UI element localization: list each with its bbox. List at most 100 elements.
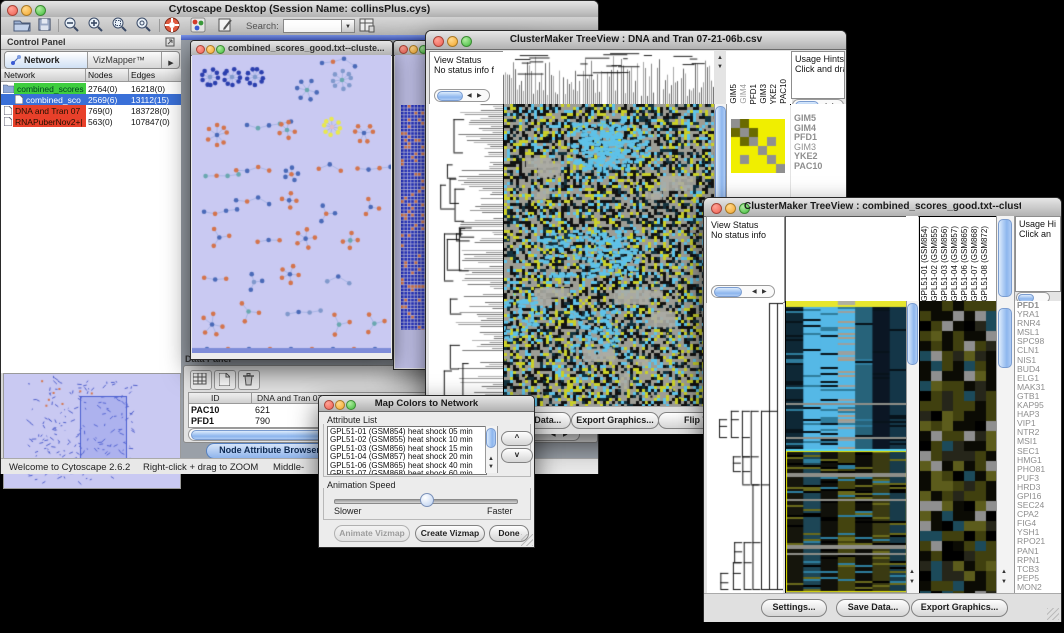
attribute-browser-button[interactable]	[359, 17, 379, 35]
export-graphics-button[interactable]: Export Graphics...	[911, 599, 1008, 617]
minimize-button[interactable]	[409, 45, 418, 54]
scroll-down-icon[interactable]: ▼	[717, 64, 723, 70]
data-row-value[interactable]: 790	[255, 416, 270, 426]
col-nodes[interactable]: Nodes	[88, 70, 113, 80]
attribute-list-scrollbar[interactable]: ▲ ▼	[485, 426, 498, 473]
column-label[interactable]: GPL51-04 (GSM857)	[950, 226, 960, 302]
tab-vizmapper[interactable]: VizMapper™	[87, 52, 161, 68]
col-network[interactable]: Network	[4, 70, 35, 80]
minimize-button[interactable]	[725, 203, 736, 214]
column-label[interactable]: GPL51-03 (GSM856)	[940, 226, 950, 302]
tab-network[interactable]: Network	[5, 52, 88, 68]
main-titlebar[interactable]: Cytoscape Desktop (Session Name: collins…	[1, 1, 598, 18]
scroll-down-icon[interactable]: ▼	[488, 464, 494, 470]
tv2-status-scrollbar[interactable]: ◀ ▶	[711, 285, 775, 298]
settings-button[interactable]: Settings...	[761, 599, 827, 617]
zoom-selected-button[interactable]	[111, 17, 131, 35]
save-data-button[interactable]: Save Data...	[836, 599, 910, 617]
data-row-id[interactable]: PAC10	[191, 405, 219, 415]
column-label[interactable]: PAC10	[779, 79, 789, 104]
network-row-combined-scores[interactable]: combined_scores 2764(0) 16218(0)	[1, 83, 181, 94]
data-row-id[interactable]: PFD1	[191, 416, 214, 426]
network-titlebar[interactable]: combined_scores_good.txt--cluste...	[191, 41, 392, 56]
zoom-fit-button[interactable]	[135, 17, 155, 35]
scroll-down-icon[interactable]: ▼	[1001, 579, 1007, 585]
scroll-left-icon[interactable]: ◀	[752, 289, 757, 295]
zoom-window-button[interactable]	[216, 45, 225, 54]
column-label[interactable]: GIM5	[729, 84, 739, 104]
resize-grip[interactable]	[1047, 608, 1059, 620]
node-attribute-browser-button[interactable]: Node Attribute Browser	[206, 443, 333, 459]
column-label[interactable]: GPL51-07 (GSM868)	[970, 226, 980, 302]
tv1-status-scrollbar[interactable]: ◀ ▶	[434, 89, 490, 102]
minimize-button[interactable]	[335, 400, 345, 410]
treeview2-titlebar[interactable]: ClusterMaker TreeView : combined_scores_…	[704, 198, 1061, 217]
column-label[interactable]: PFD1	[749, 84, 759, 104]
tv1-zoom[interactable]	[731, 119, 785, 173]
network-row-rnapuber[interactable]: RNAPuberNov2+| 563(0) 107847(0)	[1, 116, 181, 127]
column-label[interactable]: GPL51-06 (GSM865)	[960, 226, 970, 302]
tv2-zoom-scrollbar[interactable]: ▲ ▼	[996, 301, 1015, 593]
tv2-label-scrollbar[interactable]	[996, 216, 1015, 301]
column-label[interactable]: GIM4	[739, 84, 749, 104]
zoom-out-button[interactable]	[63, 17, 83, 35]
search-input[interactable]	[283, 19, 344, 33]
minimize-button[interactable]	[447, 36, 458, 47]
column-label[interactable]: GPL51-08 (GSM872)	[980, 226, 990, 302]
scroll-up-icon[interactable]: ▲	[717, 55, 723, 61]
tv2-vscrollbar[interactable]: ▲ ▼	[906, 301, 920, 593]
tv2-row-dendrogram[interactable]	[707, 301, 783, 593]
animate-vizmap-button[interactable]: Animate Vizmap	[334, 525, 410, 542]
tab-overflow-button[interactable]: ▶	[161, 52, 180, 68]
search-dropdown-button[interactable]: ▼	[341, 19, 355, 33]
scroll-up-icon[interactable]: ▲	[909, 569, 915, 575]
tv1-row-dendrogram[interactable]	[429, 104, 503, 406]
create-vizmap-button[interactable]: Create Vizmap	[415, 525, 485, 542]
scroll-left-icon[interactable]: ◀	[467, 93, 472, 99]
open-session-button[interactable]	[13, 17, 33, 35]
scroll-down-icon[interactable]: ▼	[909, 579, 915, 585]
export-graphics-button[interactable]: Export Graphics...	[571, 412, 659, 429]
delete-attribute-button[interactable]	[238, 370, 260, 390]
column-label[interactable]: YKE2	[769, 84, 779, 104]
new-attribute-button[interactable]	[214, 370, 236, 390]
speed-slider-thumb[interactable]	[420, 493, 434, 507]
network-row-dna-tran[interactable]: DNA and Tran 07 769(0) 183728(0)	[1, 105, 181, 116]
data-row-value[interactable]: 621	[255, 405, 270, 415]
close-button[interactable]	[711, 203, 722, 214]
column-label[interactable]: GIM3	[759, 84, 769, 104]
help-button[interactable]	[164, 17, 184, 35]
zoom-window-button[interactable]	[346, 400, 356, 410]
vizmapper-button[interactable]	[190, 17, 210, 35]
resize-grip[interactable]	[521, 534, 533, 546]
minimize-button[interactable]	[206, 45, 215, 54]
col-edges[interactable]: Edges	[131, 70, 155, 80]
gene-label[interactable]: PAC10	[794, 162, 846, 172]
save-session-button[interactable]	[37, 17, 57, 35]
scroll-right-icon[interactable]: ▶	[477, 93, 482, 99]
close-button[interactable]	[324, 400, 334, 410]
move-down-button[interactable]: v	[501, 448, 533, 463]
annotation-button[interactable]	[217, 17, 237, 35]
dialog-titlebar[interactable]: Map Colors to Network	[319, 396, 534, 412]
column-label[interactable]: GPL51-01 (GSM854)	[920, 226, 930, 302]
gene-label[interactable]: MON2	[1017, 583, 1061, 592]
scroll-up-icon[interactable]: ▲	[488, 456, 494, 462]
close-button[interactable]	[433, 36, 444, 47]
network-row-combined-sco-selected[interactable]: combined_sco 2569(6) 13112(15)	[1, 94, 181, 105]
network-canvas[interactable]	[192, 55, 391, 353]
tv2-zoom-heatmap[interactable]	[919, 301, 997, 593]
float-panel-icon[interactable]	[165, 37, 175, 47]
data-col-id[interactable]: ID	[211, 393, 220, 403]
column-label[interactable]: GPL51-02 (GSM855)	[930, 226, 940, 302]
select-attributes-button[interactable]	[190, 370, 212, 390]
tv2-heatmap[interactable]	[785, 301, 907, 593]
zoom-in-button[interactable]	[87, 17, 107, 35]
attribute-list-item[interactable]: GPL51-07 (GSM868) heat shock 60 min	[330, 470, 486, 475]
treeview1-titlebar[interactable]: ClusterMaker TreeView : DNA and Tran 07-…	[426, 31, 846, 50]
close-button[interactable]	[7, 5, 18, 16]
tv1-column-dendrogram[interactable]	[503, 51, 714, 105]
scroll-up-icon[interactable]: ▲	[1001, 569, 1007, 575]
close-button[interactable]	[196, 45, 205, 54]
move-up-button[interactable]: ^	[501, 431, 533, 446]
